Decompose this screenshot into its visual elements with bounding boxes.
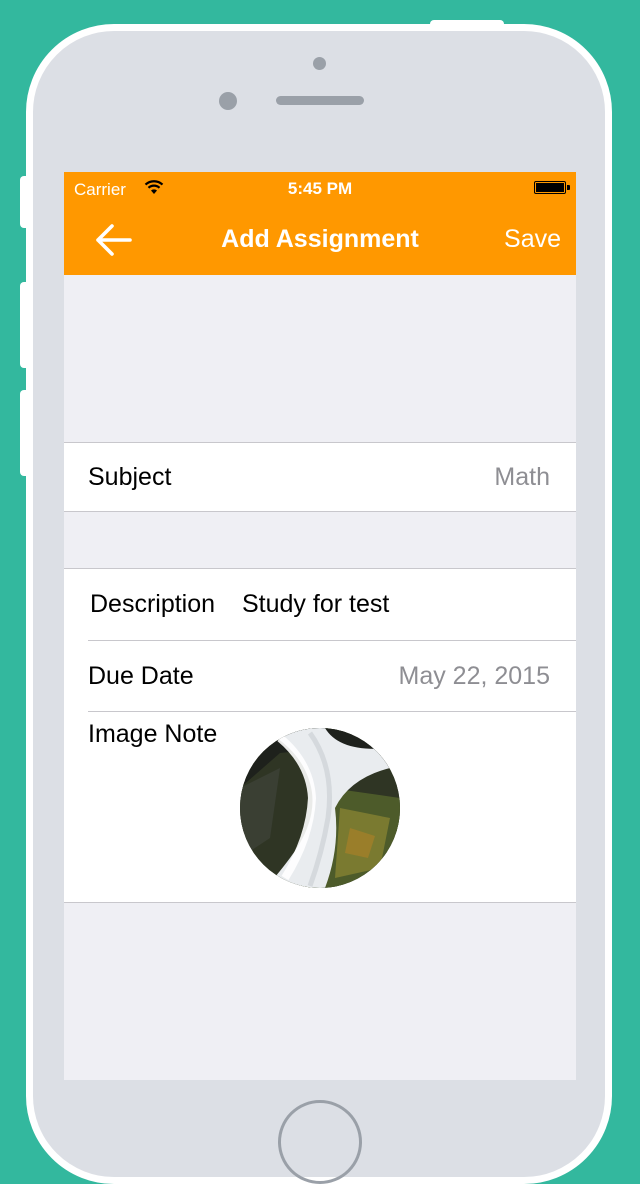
subject-group: Subject Math	[64, 442, 576, 512]
app-screen: Carrier 5:45 PM Add Assignment Save Subj…	[64, 172, 576, 1080]
description-row[interactable]: Description Study for test	[64, 569, 576, 640]
description-input[interactable]: Study for test	[242, 590, 389, 619]
proximity-sensor	[219, 92, 237, 110]
save-button[interactable]: Save	[504, 225, 561, 254]
subject-label: Subject	[88, 463, 172, 491]
image-note-thumbnail[interactable]	[240, 728, 400, 888]
due-date-label: Due Date	[88, 662, 194, 690]
description-label: Description	[90, 590, 216, 618]
front-camera	[313, 57, 326, 70]
due-date-row[interactable]: Due Date May 22, 2015	[64, 641, 576, 711]
due-date-value: May 22, 2015	[398, 662, 551, 690]
image-note-label: Image Note	[88, 720, 218, 748]
earpiece-speaker	[276, 96, 364, 105]
page-title: Add Assignment	[221, 225, 419, 253]
battery-icon	[534, 181, 570, 194]
status-bar: Carrier 5:45 PM	[64, 172, 576, 206]
subject-row[interactable]: Subject Math	[64, 443, 576, 511]
status-time: 5:45 PM	[287, 179, 353, 198]
navigation-bar: Carrier 5:45 PM Add Assignment Save	[64, 172, 576, 275]
home-button[interactable]	[278, 1100, 362, 1184]
subject-value: Math	[494, 463, 550, 491]
